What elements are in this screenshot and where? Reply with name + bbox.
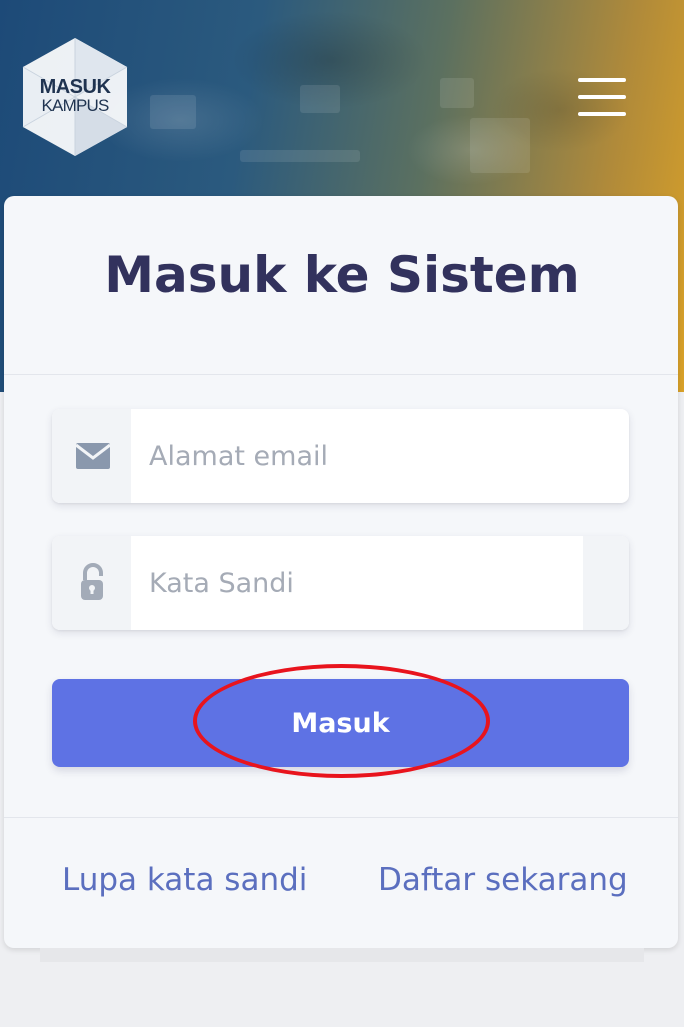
logo-text-secondary: KAMPUS <box>41 96 110 115</box>
hero-photo-detail <box>150 95 196 129</box>
login-button[interactable]: Masuk <box>52 679 629 767</box>
card-footer-divider <box>4 817 678 818</box>
card-header-divider <box>4 374 678 375</box>
password-field-prefix <box>52 536 131 630</box>
password-input[interactable] <box>131 536 583 630</box>
register-link[interactable]: Daftar sekarang <box>378 862 628 898</box>
envelope-icon <box>75 443 111 469</box>
hero-photo-detail <box>240 150 360 162</box>
email-field-prefix <box>52 409 131 503</box>
hero-photo-detail <box>440 78 474 108</box>
masuk-kampus-logo[interactable]: MASUK KAMPUS <box>20 36 130 158</box>
hamburger-menu-icon[interactable] <box>572 72 630 122</box>
password-field[interactable] <box>52 536 629 630</box>
hero-photo-detail <box>470 118 530 173</box>
email-field[interactable] <box>52 409 629 503</box>
hero-photo-detail <box>300 85 340 113</box>
unlock-icon <box>81 563 103 600</box>
background-card-edge <box>40 948 644 962</box>
page-title: Masuk ke Sistem <box>104 246 580 304</box>
password-field-suffix <box>583 536 629 630</box>
forgot-password-link[interactable]: Lupa kata sandi <box>62 862 307 898</box>
email-input[interactable] <box>131 409 491 503</box>
